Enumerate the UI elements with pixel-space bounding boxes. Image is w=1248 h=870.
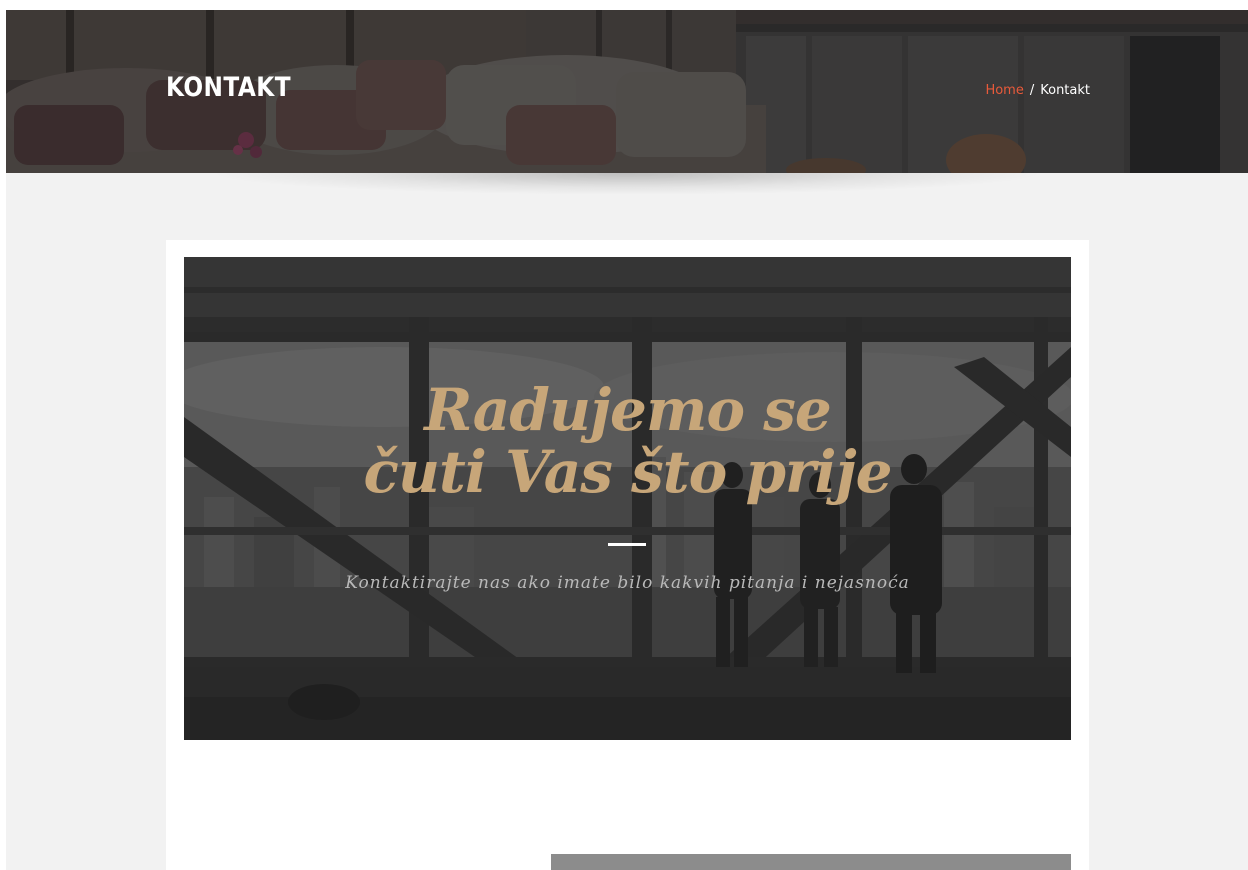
page: KONTAKT Home / Kontakt Radujemo se čuti … [0, 0, 1248, 870]
contact-form-block [551, 854, 1071, 870]
hero-divider [608, 543, 646, 546]
page-frame: KONTAKT Home / Kontakt Radujemo se čuti … [6, 10, 1248, 870]
contact-hero-section: Radujemo se čuti Vas što prije Kontaktir… [184, 257, 1071, 740]
content-card: Radujemo se čuti Vas što prije Kontaktir… [166, 240, 1089, 870]
banner-shadow [206, 173, 1048, 195]
hero-heading: Radujemo se čuti Vas što prije [184, 379, 1071, 503]
breadcrumb: Home / Kontakt [985, 82, 1090, 100]
breadcrumb-home-link[interactable]: Home [985, 83, 1023, 98]
hero-subtitle: Kontaktirajte nas ako imate bilo kakvih … [345, 573, 910, 593]
breadcrumb-current: Kontakt [1040, 83, 1090, 98]
hero-heading-line-1: Radujemo se [424, 376, 832, 444]
hero-heading-line-2: čuti Vas što prije [363, 438, 893, 506]
breadcrumb-separator: / [1029, 83, 1035, 98]
page-title: KONTAKT [166, 72, 291, 103]
header-banner: KONTAKT Home / Kontakt [6, 10, 1248, 173]
